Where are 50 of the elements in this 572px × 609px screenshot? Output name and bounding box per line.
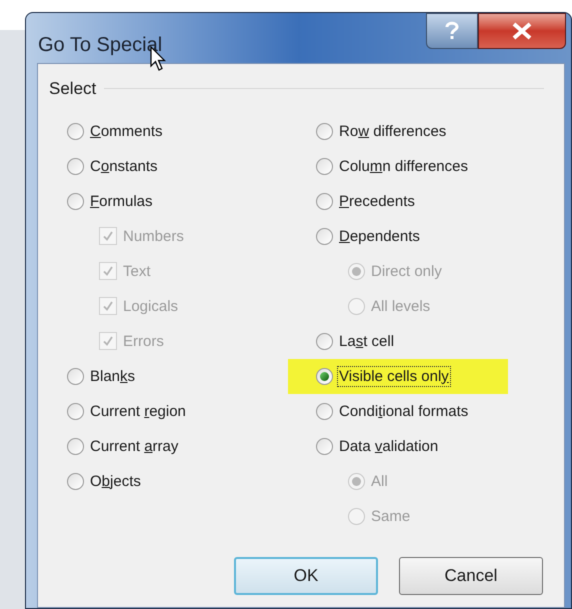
- group-title: Select: [49, 78, 96, 100]
- radio-button[interactable]: [316, 402, 333, 420]
- option-label: Objects: [89, 472, 142, 490]
- radio-button[interactable]: [67, 158, 84, 174]
- checkmark-icon: [102, 230, 114, 242]
- help-icon: [444, 20, 460, 42]
- close-button[interactable]: [478, 13, 566, 49]
- option-label: Current array: [89, 436, 180, 456]
- option-label: Precedents: [338, 192, 416, 210]
- option-label: Conditional formats: [338, 402, 470, 420]
- option-label: Visible cells only: [338, 366, 450, 386]
- option-label: All: [370, 472, 389, 490]
- radio-button[interactable]: [316, 438, 333, 454]
- close-icon: [511, 22, 533, 40]
- radio-button[interactable]: [316, 192, 333, 210]
- radio-button[interactable]: [67, 472, 84, 490]
- window-title: Go To Special: [38, 33, 162, 58]
- option-label: Text: [122, 262, 152, 280]
- option-label: Column differences: [338, 156, 469, 176]
- option-label: Formulas: [89, 192, 154, 210]
- option-label: Current region: [89, 402, 187, 420]
- option-label: Dependents: [338, 226, 421, 246]
- option-label: Errors: [122, 332, 165, 350]
- checkmark-icon: [102, 265, 114, 277]
- radio-button[interactable]: [316, 122, 333, 140]
- option-label: Blanks: [89, 366, 136, 386]
- option-label: Constants: [89, 156, 159, 176]
- option-label: Same: [370, 506, 412, 526]
- option-label: Row differences: [338, 122, 448, 140]
- radio-button[interactable]: [67, 438, 84, 454]
- dialog-button[interactable]: OK: [234, 557, 378, 595]
- radio-button[interactable]: [67, 122, 84, 140]
- radio-button[interactable]: [316, 368, 333, 384]
- radio-button[interactable]: [316, 228, 333, 244]
- help-button[interactable]: [426, 13, 478, 49]
- radio-button[interactable]: [67, 192, 84, 210]
- radio-button[interactable]: [67, 402, 84, 420]
- option-label: Data validation: [338, 436, 440, 456]
- option-label: Numbers: [122, 226, 185, 246]
- option-label: Last cell: [338, 332, 396, 350]
- option-label: Direct only: [370, 262, 443, 280]
- checkmark-icon: [102, 300, 114, 312]
- dialog-button[interactable]: Cancel: [399, 557, 543, 595]
- radio-button[interactable]: [316, 332, 333, 350]
- option-label: Comments: [89, 122, 164, 140]
- option-label: All levels: [370, 296, 432, 316]
- option-label: Logicals: [122, 296, 180, 316]
- radio-button[interactable]: [316, 158, 333, 174]
- radio-button[interactable]: [67, 368, 84, 384]
- checkmark-icon: [102, 335, 114, 347]
